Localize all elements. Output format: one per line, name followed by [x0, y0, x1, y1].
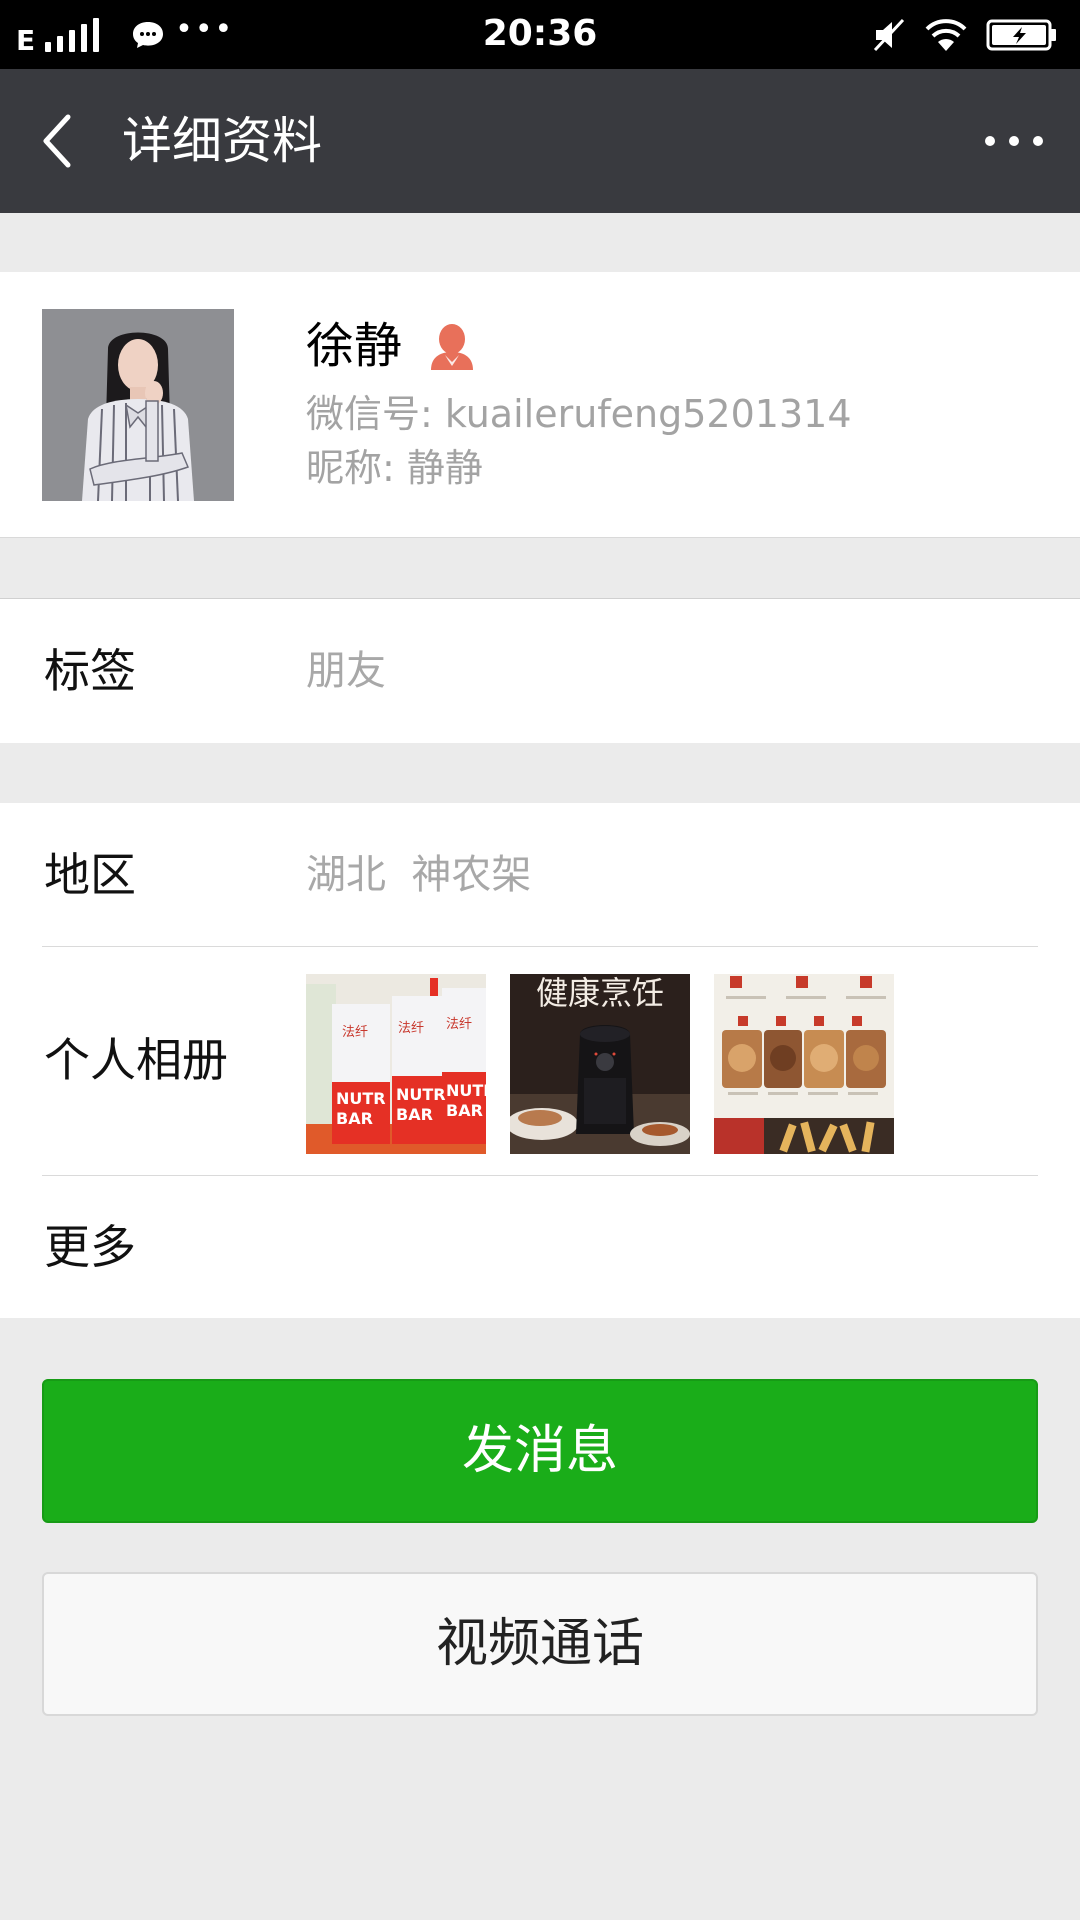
tags-row[interactable]: 标签 朋友	[0, 598, 1080, 743]
svg-text:NUTR: NUTR	[336, 1089, 386, 1108]
svg-text:BAR: BAR	[396, 1105, 433, 1124]
more-label: 更多	[44, 1220, 136, 1274]
region-row: 地区 湖北 神农架	[0, 803, 1080, 946]
tags-label: 标签	[44, 644, 136, 698]
app-header: 详细资料	[0, 69, 1080, 213]
female-user-icon	[431, 324, 473, 370]
album-row[interactable]: 个人相册 法纤 法纤 法纤 NUTR BAR NUTR BAR NUT BAR …	[0, 946, 1080, 1174]
more-options-button[interactable]	[978, 117, 1050, 165]
album-thumbnail[interactable]: 法纤 法纤 法纤 NUTR BAR NUTR BAR NUTR BAR	[306, 974, 486, 1154]
album-thumbnail[interactable]	[714, 974, 894, 1154]
back-button[interactable]	[30, 107, 90, 175]
profile-card: 徐静 微信号: kuailerufeng5201314 昵称: 静静	[0, 272, 1080, 538]
status-right	[872, 14, 1058, 56]
svg-text:健康烹饪: 健康烹饪	[536, 974, 664, 1012]
mute-icon	[873, 18, 905, 52]
tags-value: 朋友	[306, 648, 386, 694]
profile-name: 徐静	[306, 318, 403, 374]
more-row[interactable]: 更多	[0, 1175, 1080, 1318]
svg-text:法纤: 法纤	[342, 1025, 368, 1040]
svg-text:法纤: 法纤	[446, 1017, 472, 1032]
region-label: 地区	[44, 848, 136, 902]
svg-text:NUTR: NUTR	[396, 1085, 446, 1104]
video-call-button[interactable]: 视频通话	[42, 1572, 1038, 1716]
page-title: 详细资料	[122, 112, 322, 170]
status-bar: E ••• 20:36	[0, 0, 1080, 69]
battery-charging-icon	[986, 19, 1056, 51]
nickname: 昵称: 静静	[306, 446, 483, 490]
album-thumbnail[interactable]: 健康烹饪	[510, 974, 690, 1154]
svg-text:BAR: BAR	[336, 1109, 373, 1128]
svg-text:法纤: 法纤	[398, 1021, 424, 1036]
info-card: 地区 湖北 神农架 个人相册 法纤 法纤 法纤 NUTR BAR NUTR BA…	[0, 803, 1080, 1318]
wifi-icon	[925, 19, 967, 51]
svg-text:NUTR: NUTR	[446, 1081, 486, 1100]
send-message-button[interactable]: 发消息	[42, 1379, 1038, 1523]
avatar[interactable]	[42, 309, 234, 501]
wechat-id: 微信号: kuailerufeng5201314	[306, 392, 852, 436]
album-label: 个人相册	[44, 1033, 228, 1087]
region-value: 湖北 神农架	[306, 852, 532, 898]
svg-text:BAR: BAR	[446, 1101, 483, 1120]
